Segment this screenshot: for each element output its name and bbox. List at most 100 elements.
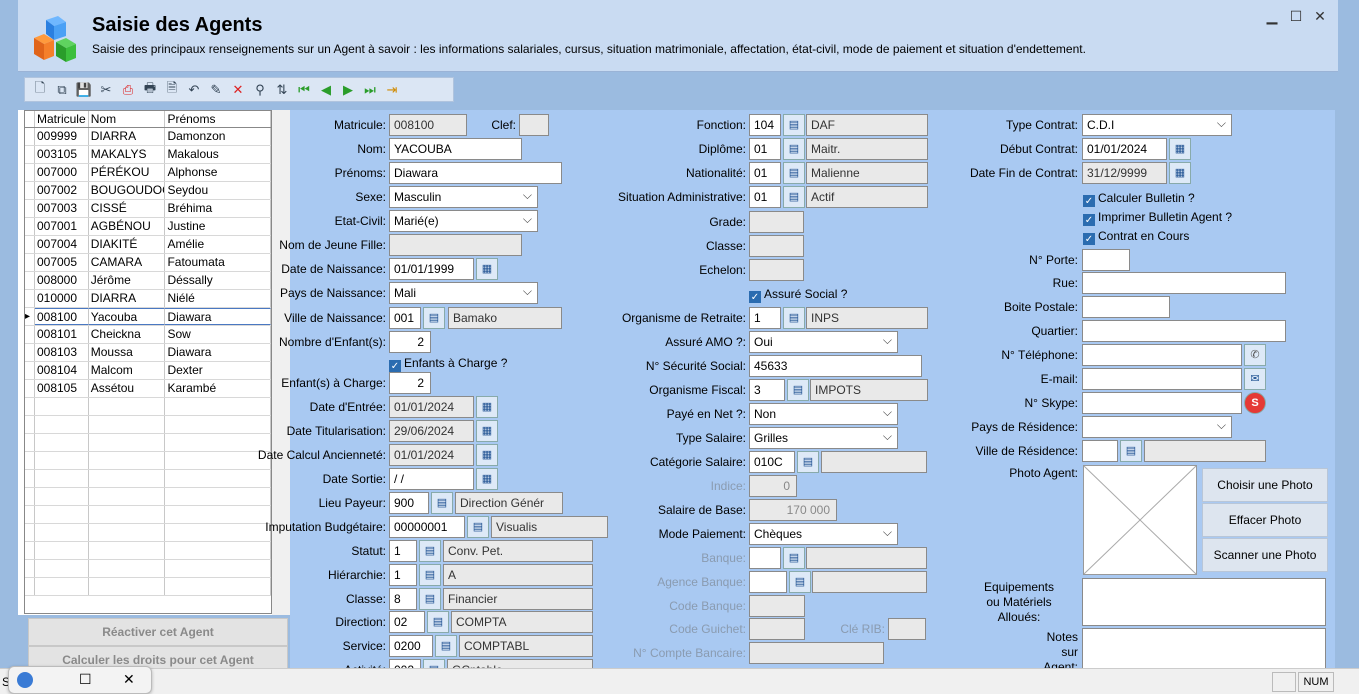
email-field[interactable] [1082, 368, 1242, 390]
retraite-code[interactable]: 1 [749, 307, 781, 329]
cell-nom[interactable] [89, 560, 166, 577]
cell-matricule[interactable] [35, 488, 89, 505]
undo-icon[interactable]: ↶ [183, 80, 205, 100]
enfants-charge-field[interactable]: 2 [389, 372, 431, 394]
agence-banque-code[interactable] [749, 571, 787, 593]
lookup-icon[interactable]: ▤ [783, 162, 805, 184]
ville-residence-code[interactable] [1082, 440, 1118, 462]
mode-paiement-select[interactable]: Chèques [749, 523, 898, 545]
debut-contrat-field[interactable]: 01/01/2024 [1082, 138, 1167, 160]
pdf-icon[interactable]: ⎙ [117, 80, 139, 100]
maximize-icon[interactable]: ☐ [79, 671, 92, 688]
lookup-icon[interactable]: ▤ [783, 138, 805, 160]
cell-nom[interactable] [89, 488, 166, 505]
cell-matricule[interactable] [35, 398, 89, 415]
cell-nom[interactable]: CISSÉ [89, 200, 166, 217]
cell-nom[interactable]: Yacouba [88, 308, 166, 325]
cell-nom[interactable] [89, 470, 166, 487]
table-row[interactable]: 008105 Assétou Karambé [25, 380, 271, 398]
column-matricule[interactable]: Matricule [35, 111, 89, 127]
service-code[interactable]: 0200 [389, 635, 433, 657]
cell-matricule[interactable] [35, 452, 89, 469]
cell-prenoms[interactable]: Justine [165, 218, 271, 235]
cell-prenoms[interactable]: Déssally [165, 272, 271, 289]
cell-nom[interactable]: Moussa [89, 344, 166, 361]
cell-nom[interactable] [89, 524, 166, 541]
choose-photo-button[interactable]: Choisir une Photo [1202, 468, 1328, 502]
close-icon[interactable]: ✕ [123, 671, 135, 688]
imprimer-bulletin-checkbox[interactable]: ✓ Imprimer Bulletin Agent ? [1083, 209, 1232, 226]
lookup-icon[interactable]: ▤ [797, 451, 819, 473]
date-sortie-field[interactable]: / / [389, 468, 474, 490]
lookup-icon[interactable]: ▤ [423, 307, 445, 329]
cell-nom[interactable]: Cheickna [89, 326, 166, 343]
situation-admin-code[interactable]: 01 [749, 186, 781, 208]
nom-field[interactable]: YACOUBA [389, 138, 522, 160]
cut-icon[interactable]: ✂ [95, 80, 117, 100]
table-row[interactable]: 009999 DIARRA Damonzon [25, 128, 271, 146]
minimize-icon[interactable]: ▁ [1260, 8, 1284, 25]
calendar-icon[interactable]: ▦ [1169, 138, 1191, 160]
lookup-icon[interactable]: ▤ [1120, 440, 1142, 462]
email-icon[interactable]: ✉ [1244, 368, 1266, 390]
column-nom[interactable]: Nom [89, 111, 166, 127]
cell-nom[interactable]: Jérôme [89, 272, 166, 289]
type-contrat-select[interactable]: C.D.I [1082, 114, 1232, 136]
pays-residence-select[interactable] [1082, 416, 1232, 438]
calendar-icon[interactable]: ▦ [476, 420, 498, 442]
categorie-salaire-code[interactable]: 010C [749, 451, 795, 473]
table-row[interactable]: 010000 DIARRA Niélé [25, 290, 271, 308]
classe-code[interactable]: 8 [389, 588, 417, 610]
calendar-icon[interactable]: ▦ [476, 396, 498, 418]
table-row[interactable]: 007004 DIAKITÉ Amélie [25, 236, 271, 254]
agents-grid[interactable]: Matricule Nom Prénoms 009999 DIARRA Damonz… [24, 110, 272, 614]
cell-prenoms[interactable]: Damonzon [165, 128, 271, 145]
scan-photo-button[interactable]: Scanner une Photo [1202, 538, 1328, 572]
cell-matricule[interactable] [35, 542, 89, 559]
cell-nom[interactable] [89, 398, 166, 415]
lookup-icon[interactable]: ▤ [787, 379, 809, 401]
copy-icon[interactable]: ⧉ [51, 80, 73, 100]
sexe-select[interactable]: Masculin [389, 186, 538, 208]
cell-matricule[interactable]: 007005 [35, 254, 89, 271]
table-row[interactable]: 008104 Malcom Dexter [25, 362, 271, 380]
lookup-icon[interactable]: ▤ [789, 571, 811, 593]
print-icon[interactable]: 🖶 [139, 80, 161, 100]
calculer-bulletin-checkbox[interactable]: ✓ Calculer Bulletin ? [1083, 190, 1195, 207]
close-icon[interactable]: ✕ [1308, 8, 1332, 25]
edit-icon[interactable]: ✎ [205, 80, 227, 100]
table-row[interactable]: 007003 CISSÉ Bréhima [25, 200, 271, 218]
hierarchie-code[interactable]: 1 [389, 564, 417, 586]
lookup-icon[interactable]: ▤ [467, 516, 489, 538]
equipements-textarea[interactable] [1082, 578, 1326, 626]
pays-naissance-select[interactable]: Mali [389, 282, 538, 304]
cell-prenoms[interactable]: Niélé [165, 290, 271, 307]
column-prenoms[interactable]: Prénoms [165, 111, 271, 127]
clear-photo-button[interactable]: Effacer Photo [1202, 503, 1328, 537]
cell-nom[interactable]: Assétou [89, 380, 166, 397]
table-row[interactable]: 008103 Moussa Diawara [25, 344, 271, 362]
nombre-enfants-field[interactable]: 2 [389, 331, 431, 353]
organisme-fiscal-code[interactable]: 3 [749, 379, 785, 401]
assure-social-checkbox[interactable]: ✓ Assuré Social ? [749, 286, 847, 303]
table-row[interactable]: 007005 CAMARA Fatoumata [25, 254, 271, 272]
cell-nom[interactable]: DIARRA [89, 290, 166, 307]
lookup-icon[interactable]: ▤ [419, 540, 441, 562]
cell-nom[interactable] [89, 578, 166, 595]
cell-matricule[interactable]: 007000 [35, 164, 89, 181]
cell-nom[interactable] [89, 542, 166, 559]
first-record-icon[interactable]: ⏮ [293, 80, 315, 100]
cell-nom[interactable]: DIARRA [89, 128, 166, 145]
telephone-field[interactable] [1082, 344, 1242, 366]
cell-nom[interactable]: CAMARA [89, 254, 166, 271]
diplome-code[interactable]: 01 [749, 138, 781, 160]
delete-icon[interactable]: ✕ [227, 80, 249, 100]
reactivate-agent-button[interactable]: Réactiver cet Agent [28, 618, 288, 646]
cell-matricule[interactable]: 007003 [35, 200, 89, 217]
cell-matricule[interactable]: 010000 [35, 290, 89, 307]
cell-prenoms[interactable]: Amélie [165, 236, 271, 253]
table-row[interactable]: 007000 PÉRÉKOU Alphonse [25, 164, 271, 182]
statut-code[interactable]: 1 [389, 540, 417, 562]
cell-matricule[interactable]: 009999 [35, 128, 89, 145]
calendar-icon[interactable]: ▦ [476, 258, 498, 280]
